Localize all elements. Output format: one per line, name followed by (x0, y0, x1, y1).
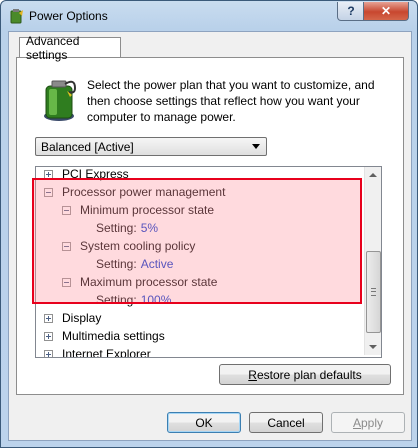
scroll-up-arrow-icon[interactable] (365, 167, 381, 183)
tab-advanced-settings[interactable]: Advanced settings (19, 34, 121, 62)
grip-icon (371, 288, 376, 296)
expand-plus-icon[interactable] (44, 313, 53, 323)
power-options-icon (10, 9, 23, 24)
plan-select-value: Balanced [Active] (41, 139, 134, 154)
description-text: Select the power plan that you want to c… (87, 78, 375, 124)
ok-button-label: OK (195, 415, 213, 430)
apply-button[interactable]: Apply (331, 412, 405, 433)
restore-plan-defaults-button[interactable]: Restore plan defaults (219, 364, 391, 385)
restore-button-mnemonic: R (248, 367, 257, 382)
tab-label: Advanced settings (26, 33, 80, 62)
help-icon: ? (347, 4, 355, 18)
close-button[interactable]: ✕ (363, 2, 409, 21)
window-title: Power Options (29, 9, 108, 23)
highlight-annotation-box (32, 178, 362, 304)
apply-button-mnemonic: A (352, 415, 361, 430)
help-button[interactable]: ? (337, 2, 365, 21)
tree-item-multimedia-settings[interactable]: Multimedia settings (44, 327, 165, 345)
tree-scrollbar[interactable] (364, 167, 381, 355)
tree-item-internet-explorer[interactable]: Internet Explorer (44, 345, 151, 358)
scroll-down-arrow-icon[interactable] (365, 339, 381, 355)
cancel-button-label: Cancel (267, 415, 305, 430)
tree-item-label: Display (62, 311, 102, 325)
tree-item-label: Internet Explorer (62, 347, 151, 358)
battery-power-icon (44, 80, 77, 121)
tree-item-display[interactable]: Display (44, 309, 101, 327)
chevron-down-icon (252, 144, 260, 149)
cancel-button[interactable]: Cancel (249, 412, 323, 433)
title-bar[interactable]: Power Options ? ✕ (1, 1, 417, 31)
restore-button-label: estore plan defaults (256, 367, 362, 382)
expand-plus-icon[interactable] (44, 331, 53, 341)
tree-item-label: Multimedia settings (62, 329, 165, 343)
close-icon: ✕ (380, 4, 392, 18)
expand-plus-icon[interactable] (44, 349, 53, 357)
apply-button-label: pply (361, 415, 384, 430)
power-plan-dropdown[interactable]: Balanced [Active] (35, 137, 267, 156)
scrollbar-thumb[interactable] (366, 251, 381, 333)
ok-button[interactable]: OK (167, 412, 241, 433)
